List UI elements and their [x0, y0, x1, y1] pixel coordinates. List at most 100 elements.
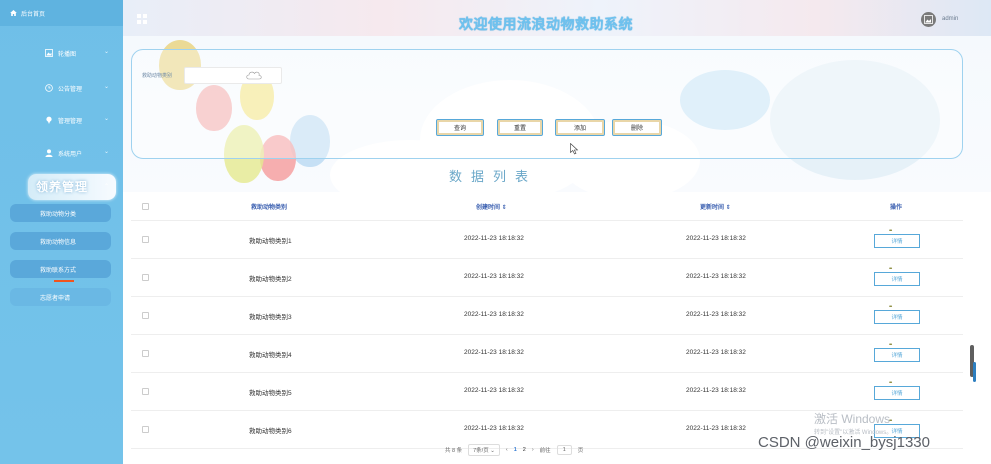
cloud-icon — [246, 71, 262, 80]
detail-button[interactable]: 详情 — [874, 386, 920, 400]
cell-created: 2022-11-23 18:18:32 — [464, 387, 524, 394]
sidebar-item-label: 公告管理 — [58, 86, 83, 93]
goto-page-input[interactable]: 1 — [556, 445, 572, 455]
cell-category: 救助动物类别3 — [249, 314, 292, 321]
cell-category: 救助动物类别4 — [249, 352, 292, 359]
image-icon — [924, 15, 933, 24]
sidebar-item-label: 系统用户 — [58, 151, 83, 158]
cell-created: 2022-11-23 18:18:32 — [464, 311, 524, 318]
row-checkbox[interactable] — [142, 350, 149, 357]
chevron-down-icon: ⌄ — [103, 116, 109, 122]
detail-button[interactable]: 详情 — [874, 310, 920, 324]
submenu-animal-info[interactable]: 救助动物信息 — [10, 232, 111, 250]
pagination-total: 共 8 条 — [445, 448, 463, 454]
delete-button[interactable]: 删除 — [612, 119, 662, 136]
column-header-action: 操作 — [890, 205, 903, 211]
cell-updated: 2022-11-23 18:18:32 — [686, 311, 746, 318]
detail-button[interactable]: 详情 — [874, 272, 920, 286]
table-row: 救助动物类别1 2022-11-23 18:18:32 2022-11-23 1… — [131, 221, 963, 259]
cell-updated: 2022-11-23 18:18:32 — [686, 425, 746, 432]
detail-button[interactable]: 详情 — [874, 348, 920, 362]
page-number[interactable]: 2 — [523, 447, 526, 453]
table-header: 救助动物类别 创建时间 ⇕ 更新时间 ⇕ 操作 — [131, 193, 963, 221]
cell-category: 救助动物类别1 — [249, 238, 292, 245]
table-row: 救助动物类别4 2022-11-23 18:18:32 2022-11-23 1… — [131, 335, 963, 373]
cell-category: 救助动物类别2 — [249, 276, 292, 283]
cell-created: 2022-11-23 18:18:32 — [464, 235, 524, 242]
sidebar-item-users[interactable]: 系统用户 ⌄ — [0, 144, 123, 162]
goto-suffix: 页 — [577, 448, 584, 454]
submenu-label: 救助动物信息 — [40, 239, 77, 246]
sidebar-item-manage[interactable]: 管理管理 ⌄ — [0, 111, 123, 129]
chevron-down-icon: ⌄ — [490, 448, 495, 454]
submenu-animal-category[interactable]: 救助动物分类 — [10, 204, 111, 222]
cell-category: 救助动物类别5 — [249, 390, 292, 397]
column-header-updated[interactable]: 更新时间 ⇕ — [700, 202, 731, 211]
username[interactable]: admin — [942, 16, 958, 22]
cell-category: 救助动物类别6 — [249, 428, 292, 435]
add-button[interactable]: 添加 — [555, 119, 605, 136]
csdn-watermark: CSDN @weixin_bysj1330 — [758, 434, 930, 451]
cell-updated: 2022-11-23 18:18:32 — [686, 273, 746, 280]
prev-page-button[interactable]: ‹ — [506, 447, 508, 453]
list-title: 数据列表 — [449, 169, 538, 184]
submenu-label: 救助动物分类 — [40, 211, 77, 218]
table-row: 救助动物类别5 2022-11-23 18:18:32 2022-11-23 1… — [131, 373, 963, 411]
avatar[interactable] — [921, 12, 936, 27]
cell-created: 2022-11-23 18:18:32 — [464, 349, 524, 356]
chevron-down-icon: ⌄ — [103, 84, 109, 90]
cell-updated: 2022-11-23 18:18:32 — [686, 235, 746, 242]
user-icon — [45, 149, 53, 157]
chevron-down-icon: ⌄ — [103, 149, 109, 155]
column-header-created[interactable]: 创建时间 ⇕ — [476, 202, 507, 211]
active-indicator — [54, 280, 74, 282]
goto-label: 前往 — [539, 448, 551, 454]
sidebar-home[interactable]: 后台首页 — [0, 0, 123, 26]
page-number[interactable]: 1 — [514, 447, 517, 453]
page-size-value: 7条/页 — [473, 448, 489, 454]
reset-button[interactable]: 重置 — [497, 119, 543, 136]
row-checkbox[interactable] — [142, 236, 149, 243]
sidebar-item-label: 轮播图 — [58, 51, 77, 58]
scrollbar-indicator — [973, 362, 976, 382]
row-checkbox[interactable] — [142, 388, 149, 395]
mouse-cursor-icon — [570, 143, 579, 155]
page-size-select[interactable]: 7条/页 ⌄ — [468, 444, 500, 456]
submenu-label: 救助联系方式 — [40, 267, 77, 274]
sidebar-item-carousel[interactable]: 轮播图 ⌄ — [0, 44, 123, 62]
chevron-down-icon: ⌄ — [103, 49, 109, 55]
cell-updated: 2022-11-23 18:18:32 — [686, 387, 746, 394]
sidebar-item-adoption-label: 领养管理 — [36, 180, 89, 194]
submenu-volunteer[interactable]: 志愿者申请 — [10, 288, 111, 306]
search-panel — [131, 49, 963, 159]
search-label: 救助动物类别 — [142, 73, 173, 79]
search-input[interactable] — [184, 67, 282, 84]
sidebar-item-label: 管理管理 — [58, 118, 83, 125]
table-row: 救助动物类别3 2022-11-23 18:18:32 2022-11-23 1… — [131, 297, 963, 335]
select-all-checkbox[interactable] — [142, 203, 149, 210]
cell-created: 2022-11-23 18:18:32 — [464, 273, 524, 280]
pagination: 共 8 条 7条/页 ⌄ ‹ 1 2 › 前往 1 页 — [445, 444, 583, 456]
menu-toggle-icon[interactable] — [137, 14, 147, 24]
row-checkbox[interactable] — [142, 274, 149, 281]
submenu-contact[interactable]: 救助联系方式 — [10, 260, 111, 278]
pin-icon — [45, 116, 53, 124]
image-icon — [45, 49, 53, 57]
table-row: 救助动物类别2 2022-11-23 18:18:32 2022-11-23 1… — [131, 259, 963, 297]
next-page-button[interactable]: › — [532, 447, 534, 453]
query-button[interactable]: 查询 — [436, 119, 484, 136]
windows-activation-title: 激活 Windows — [814, 412, 891, 426]
row-checkbox[interactable] — [142, 312, 149, 319]
cell-updated: 2022-11-23 18:18:32 — [686, 349, 746, 356]
sidebar-home-label: 后台首页 — [21, 11, 46, 18]
row-checkbox[interactable] — [142, 426, 149, 433]
column-header-category[interactable]: 救助动物类别 — [251, 202, 287, 211]
chevron-up-icon: ⌃ — [104, 184, 110, 190]
submenu-label: 志愿者申请 — [40, 295, 71, 302]
detail-button[interactable]: 详情 — [874, 234, 920, 248]
home-icon — [10, 10, 17, 16]
clock-icon — [45, 84, 53, 92]
sidebar-item-notice[interactable]: 公告管理 ⌄ — [0, 79, 123, 97]
cell-created: 2022-11-23 18:18:32 — [464, 425, 524, 432]
page-title: 欢迎使用流浪动物救助系统 — [459, 16, 633, 32]
